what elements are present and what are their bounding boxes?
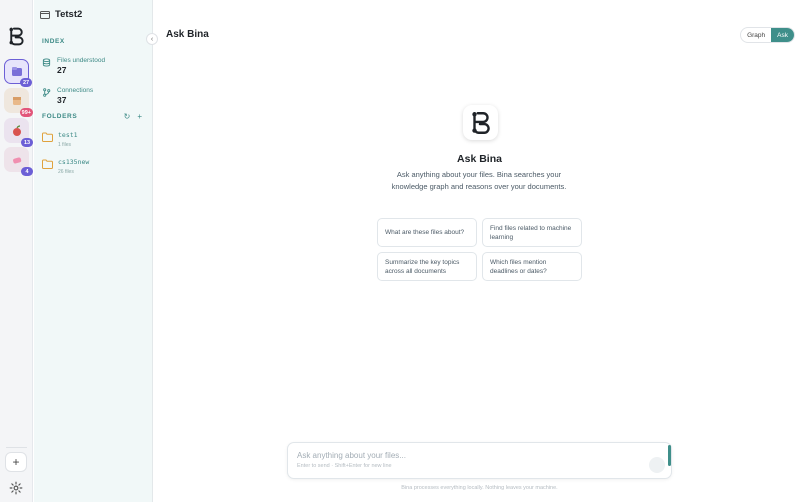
hero-description: Ask anything about your files. Bina sear… [391,170,567,191]
hero-logo [463,105,498,140]
add-workspace-button[interactable]: + [5,452,27,472]
stat-value: 37 [57,95,67,105]
folder-item-test1[interactable]: test1 1 files [42,131,78,148]
folder-icon [42,159,53,169]
workspace-item-2[interactable]: 99+ [4,88,33,117]
chat-input[interactable] [297,451,637,460]
workspace-rail: 27 99+ 13 4 + [0,0,33,502]
suggestion-button[interactable]: Summarize the key topics across all docu… [377,252,477,281]
chevron-left-icon: ‹ [150,35,154,43]
stat-files-understood: Files understood 27 [42,57,105,75]
workspace-badge: 99+ [19,108,33,117]
stat-label: Files understood [57,57,106,64]
box-icon [12,96,21,105]
stat-value: 27 [57,65,67,75]
graph-tab[interactable]: Graph [741,28,771,42]
folder-name: test1 [58,131,78,139]
folder-item-cs135new[interactable]: cs135new 26 files [42,158,89,175]
branch-icon [43,88,51,97]
folder-icon [11,67,22,76]
suggestion-button[interactable]: Which files mention deadlines or dates? [482,252,582,281]
suggestion-button[interactable]: What are these files about? [377,218,477,247]
sidebar-header: Tetst2 [40,9,82,20]
gear-icon[interactable] [9,481,23,495]
workspace-item-1[interactable]: 27 [4,59,32,87]
workspace-badge: 27 [20,78,32,87]
folder-icon [40,10,50,19]
folder-actions: ↻ + [124,112,142,121]
send-button[interactable] [649,457,665,473]
privacy-note: Bina processes everything locally. Nothi… [401,485,558,491]
workspace-title: Tetst2 [55,9,83,20]
folders-section-label: FOLDERS [42,113,78,120]
input-scrollbar[interactable] [668,445,671,466]
folder-icon [42,132,53,142]
main-panel: Ask Bina Graph Ask Ask Bina Ask anything… [153,0,806,502]
folder-name: cs135new [58,158,90,166]
stat-label: Connections [57,87,94,94]
index-section-label: INDEX [42,38,65,45]
workspace-badge: 4 [21,167,33,176]
workspace-item-3[interactable]: 13 [4,118,33,147]
page-title: Ask Bina [166,29,209,40]
bina-logo-icon [471,111,490,134]
suggestion-button[interactable]: Find files related to machine learning [482,218,582,247]
view-toggle: Graph Ask [740,27,795,43]
workspace-badge: 13 [21,138,33,147]
sidebar: Tetst2 INDEX Files understood 27 Connect… [34,0,153,502]
folder-file-count: 26 files [58,169,74,175]
collapse-sidebar-button[interactable]: ‹ [146,33,158,45]
eraser-icon [12,156,21,163]
bina-logo-icon[interactable] [6,26,27,47]
folder-file-count: 1 files [58,142,72,148]
database-icon [42,58,51,67]
chat-input-box: Enter to send · Shift+Enter for new line [287,442,672,479]
refresh-icon[interactable]: ↻ [124,112,131,121]
hero-title: Ask Bina [457,153,502,165]
apple-icon [12,124,21,136]
stat-connections: Connections 37 [42,87,93,105]
workspace-item-4[interactable]: 4 [4,147,33,176]
rail-divider [6,447,27,448]
add-folder-icon[interactable]: + [137,112,142,121]
input-hint: Enter to send · Shift+Enter for new line [297,463,392,469]
ask-tab[interactable]: Ask [771,28,794,42]
